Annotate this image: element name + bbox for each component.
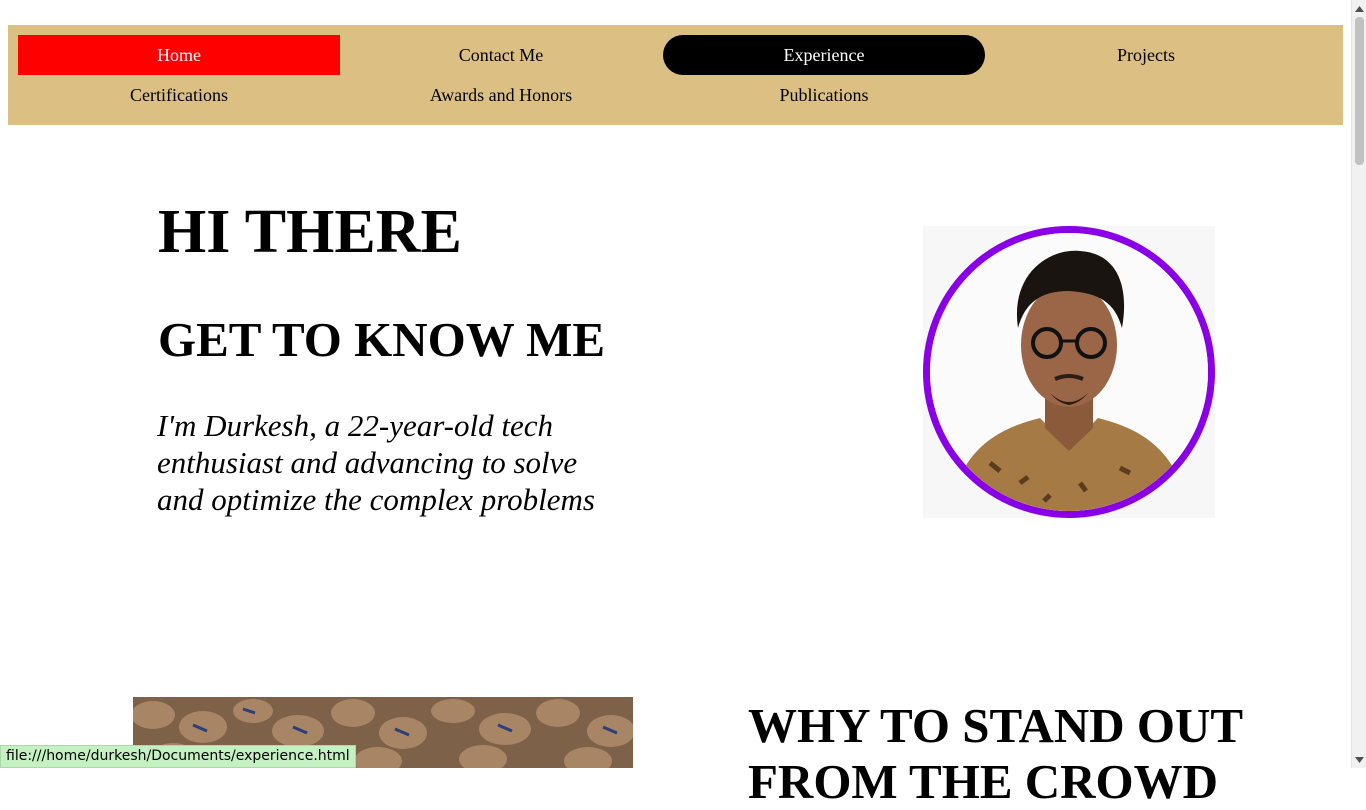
nav-home[interactable]: Home xyxy=(18,35,340,75)
nav-awards-and-honors[interactable]: Awards and Honors xyxy=(340,75,662,115)
profile-photo-ring xyxy=(923,226,1215,518)
hero-subtitle: GET TO KNOW ME xyxy=(158,312,606,367)
nav-projects[interactable]: Projects xyxy=(985,35,1307,75)
scrollbar-thumb[interactable] xyxy=(1355,17,1364,165)
scroll-down-icon[interactable] xyxy=(1352,752,1366,767)
hero-description: I'm Durkesh, a 22-year-old tech enthusia… xyxy=(157,408,595,517)
vertical-scrollbar[interactable] xyxy=(1351,0,1366,768)
nav-experience[interactable]: Experience xyxy=(663,35,985,75)
hero-title: HI THERE xyxy=(158,198,462,266)
navbar: Home Contact Me Experience Projects Cert… xyxy=(8,25,1343,125)
status-url: file:///home/durkesh/Documents/experienc… xyxy=(0,745,356,768)
nav-publications[interactable]: Publications xyxy=(663,75,985,115)
scroll-up-icon[interactable] xyxy=(1352,1,1366,16)
why-stand-out-title: WHY TO STAND OUT FROM THE CROWD xyxy=(748,698,1243,809)
nav-certifications[interactable]: Certifications xyxy=(18,75,340,115)
profile-photo xyxy=(923,226,1215,518)
nav-contact-me[interactable]: Contact Me xyxy=(340,35,662,75)
person-illustration xyxy=(930,233,1208,511)
